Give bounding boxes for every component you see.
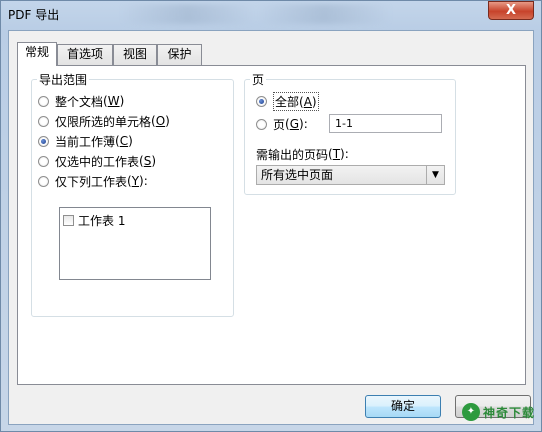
radio-label: 全部: [275, 94, 300, 109]
sheet-label: 工作表 1: [78, 213, 126, 228]
access-key: O: [155, 114, 166, 128]
radio-whole-document[interactable]: 整个文档(W): [38, 93, 124, 109]
title-bar: PDF 导出 X: [0, 0, 542, 30]
radio-icon: [38, 175, 49, 187]
radio-label: 页: [273, 117, 286, 132]
window-title: PDF 导出: [8, 8, 60, 22]
ok-button[interactable]: 确定: [365, 395, 441, 418]
watermark: ✦ 神奇下载: [462, 401, 538, 423]
tab-view[interactable]: 视图: [113, 44, 157, 65]
tab-panel-general: 导出范围 整个文档(W) 仅限所选的单元格(O) 当前工作薄(C) 仅选中的工作…: [17, 65, 526, 385]
access-key: A: [303, 94, 312, 109]
radio-current-workbook[interactable]: 当前工作薄(C): [38, 133, 133, 149]
radio-icon: [38, 155, 49, 167]
watermark-logo-icon: ✦: [462, 403, 480, 421]
output-pages-label: 需输出的页码(T):: [256, 147, 349, 162]
close-button[interactable]: X: [488, 1, 534, 20]
radio-icon: [38, 95, 49, 107]
output-label: 需输出的页码: [256, 147, 329, 162]
tab-general[interactable]: 常规: [17, 42, 57, 66]
access-key: Y: [131, 174, 140, 188]
radio-icon-checked: [38, 135, 49, 147]
close-icon: X: [505, 3, 517, 18]
pages-legend: 页: [250, 71, 267, 88]
access-key: C: [119, 134, 129, 148]
radio-suffix: :: [143, 174, 148, 188]
access-key: S: [143, 154, 152, 168]
output-selected-value: 所有选中页面: [261, 168, 334, 182]
export-range-legend: 导出范围: [37, 71, 90, 88]
output-pages-select[interactable]: 所有选中页面 ▼: [256, 165, 445, 185]
radio-page-range[interactable]: 页(G):: [256, 116, 308, 132]
radio-selected-cells[interactable]: 仅限所选的单元格(O): [38, 113, 170, 129]
watermark-text: 神奇下载: [483, 405, 536, 420]
radio-selected-sheets[interactable]: 仅选中的工作表(S): [38, 153, 156, 169]
tab-label: 首选项: [66, 47, 103, 61]
radio-label: 仅选中的工作表: [55, 154, 140, 169]
sheet-list-item[interactable]: 工作表 1: [63, 212, 125, 228]
radio-label: 整个文档: [55, 94, 104, 109]
radio-label: 仅限所选的单元格: [55, 114, 152, 129]
radio-following-sheets[interactable]: 仅下列工作表(Y):: [38, 173, 148, 189]
export-range-group: 导出范围 整个文档(W) 仅限所选的单元格(O) 当前工作薄(C) 仅选中的工作…: [31, 71, 234, 317]
tab-label: 常规: [24, 45, 49, 59]
checkbox-icon: [63, 214, 74, 226]
radio-icon: [38, 115, 49, 127]
ok-label: 确定: [390, 399, 415, 413]
radio-icon: [256, 118, 267, 130]
radio-label-focus: 全部(A): [273, 91, 319, 111]
radio-icon-checked: [256, 95, 267, 107]
pages-group: 页 全部(A) 页(G): 1-1 需输出的页码(T): 所有选中页面 ▼: [244, 71, 456, 195]
blurred-taskbar-icons: [120, 4, 460, 24]
access-key: T: [332, 147, 341, 161]
radio-suffix: :: [303, 117, 308, 131]
radio-all-pages[interactable]: 全部(A): [256, 91, 319, 111]
access-key: W: [107, 94, 120, 108]
tab-protection[interactable]: 保护: [157, 44, 202, 65]
page-range-input[interactable]: 1-1: [329, 114, 442, 133]
radio-label: 当前工作薄: [55, 134, 116, 149]
radio-label: 仅下列工作表: [55, 174, 128, 189]
sheet-listbox[interactable]: 工作表 1: [59, 207, 211, 280]
tab-label: 视图: [122, 47, 147, 61]
output-suffix: :: [344, 147, 349, 161]
chevron-down-icon: ▼: [426, 166, 444, 184]
dialog-client-area: 常规 首选项 视图 保护 导出范围 整个文档(W) 仅限所选的单元格(O) 当前…: [8, 30, 534, 425]
tab-preferences[interactable]: 首选项: [57, 44, 113, 65]
tab-label: 保护: [167, 47, 192, 61]
access-key: G: [289, 117, 300, 131]
